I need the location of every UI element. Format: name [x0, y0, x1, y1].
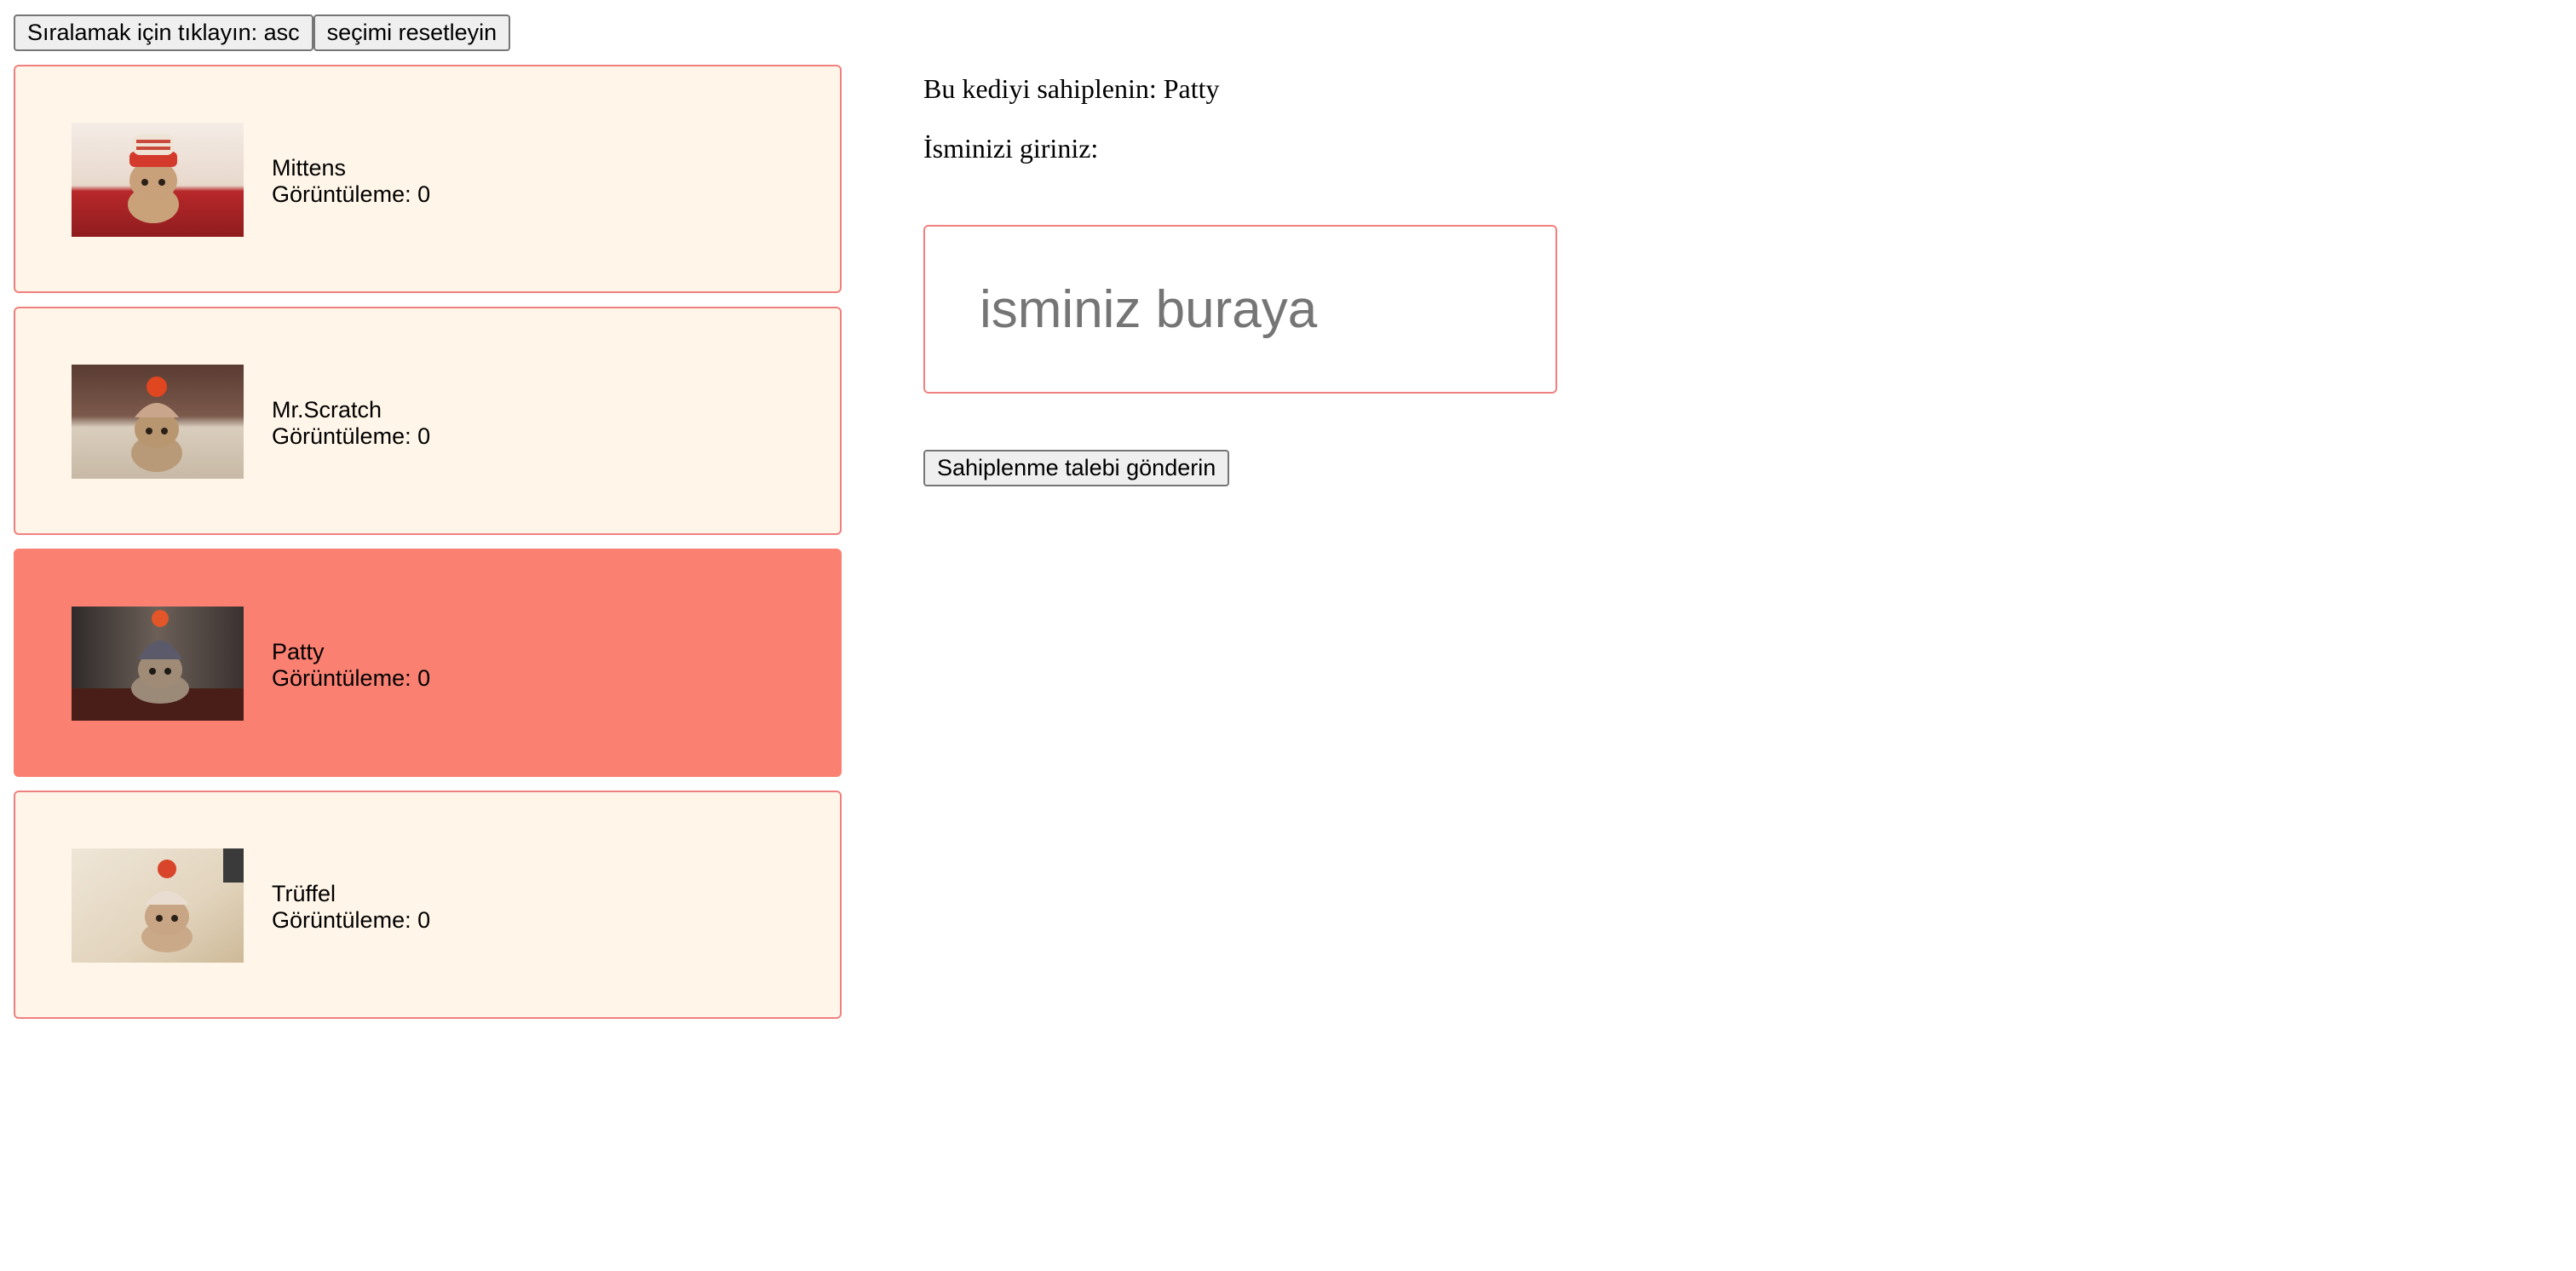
- kitten-photo-icon: [72, 123, 244, 237]
- cat-info: Mittens Görüntüleme: 0: [272, 155, 430, 208]
- kitten-photo-icon: [72, 607, 244, 721]
- cat-photo: [72, 365, 244, 479]
- submit-adoption-button[interactable]: Sahiplenme talebi gönderin: [923, 450, 1230, 486]
- name-input[interactable]: [923, 225, 1557, 394]
- cat-views: Görüntüleme: 0: [272, 907, 431, 933]
- sort-button[interactable]: Sıralamak için tıklayın: asc: [14, 14, 313, 51]
- cat-info: Mr.Scratch Görüntüleme: 0: [272, 397, 430, 450]
- cat-card[interactable]: Mr.Scratch Görüntüleme: 0: [14, 307, 842, 535]
- cat-card[interactable]: Mittens Görüntüleme: 0: [14, 65, 842, 293]
- cat-photo: [72, 607, 244, 721]
- kitten-photo-icon: [72, 848, 244, 963]
- cat-name: Mittens: [272, 155, 347, 181]
- adopt-title: Bu kediyi sahiplenin: Patty: [923, 73, 1220, 104]
- cat-info: Patty Görüntüleme: 0: [272, 639, 430, 692]
- cat-views: Görüntüleme: 0: [272, 423, 431, 449]
- cat-photo: [72, 848, 244, 963]
- cat-name: Patty: [272, 639, 325, 664]
- name-label: İsminizi giriniz:: [923, 133, 1099, 164]
- cat-views: Görüntüleme: 0: [272, 181, 431, 207]
- cat-name: Mr.Scratch: [272, 397, 382, 423]
- cat-card[interactable]: Patty Görüntüleme: 0: [14, 549, 842, 777]
- cat-name: Trüffel: [272, 881, 336, 906]
- cat-photo: [72, 123, 244, 237]
- cat-info: Trüffel Görüntüleme: 0: [272, 881, 430, 934]
- reset-selection-button[interactable]: seçimi resetleyin: [313, 14, 511, 51]
- kitten-photo-icon: [72, 365, 244, 479]
- cat-card[interactable]: Trüffel Görüntüleme: 0: [14, 791, 842, 1019]
- toolbar: Sıralamak için tıklayın: asc seçimi rese…: [14, 14, 511, 51]
- cat-list: Mittens Görüntüleme: 0 Mr.Scratch Görünt…: [14, 65, 842, 1032]
- cat-views: Görüntüleme: 0: [272, 665, 431, 691]
